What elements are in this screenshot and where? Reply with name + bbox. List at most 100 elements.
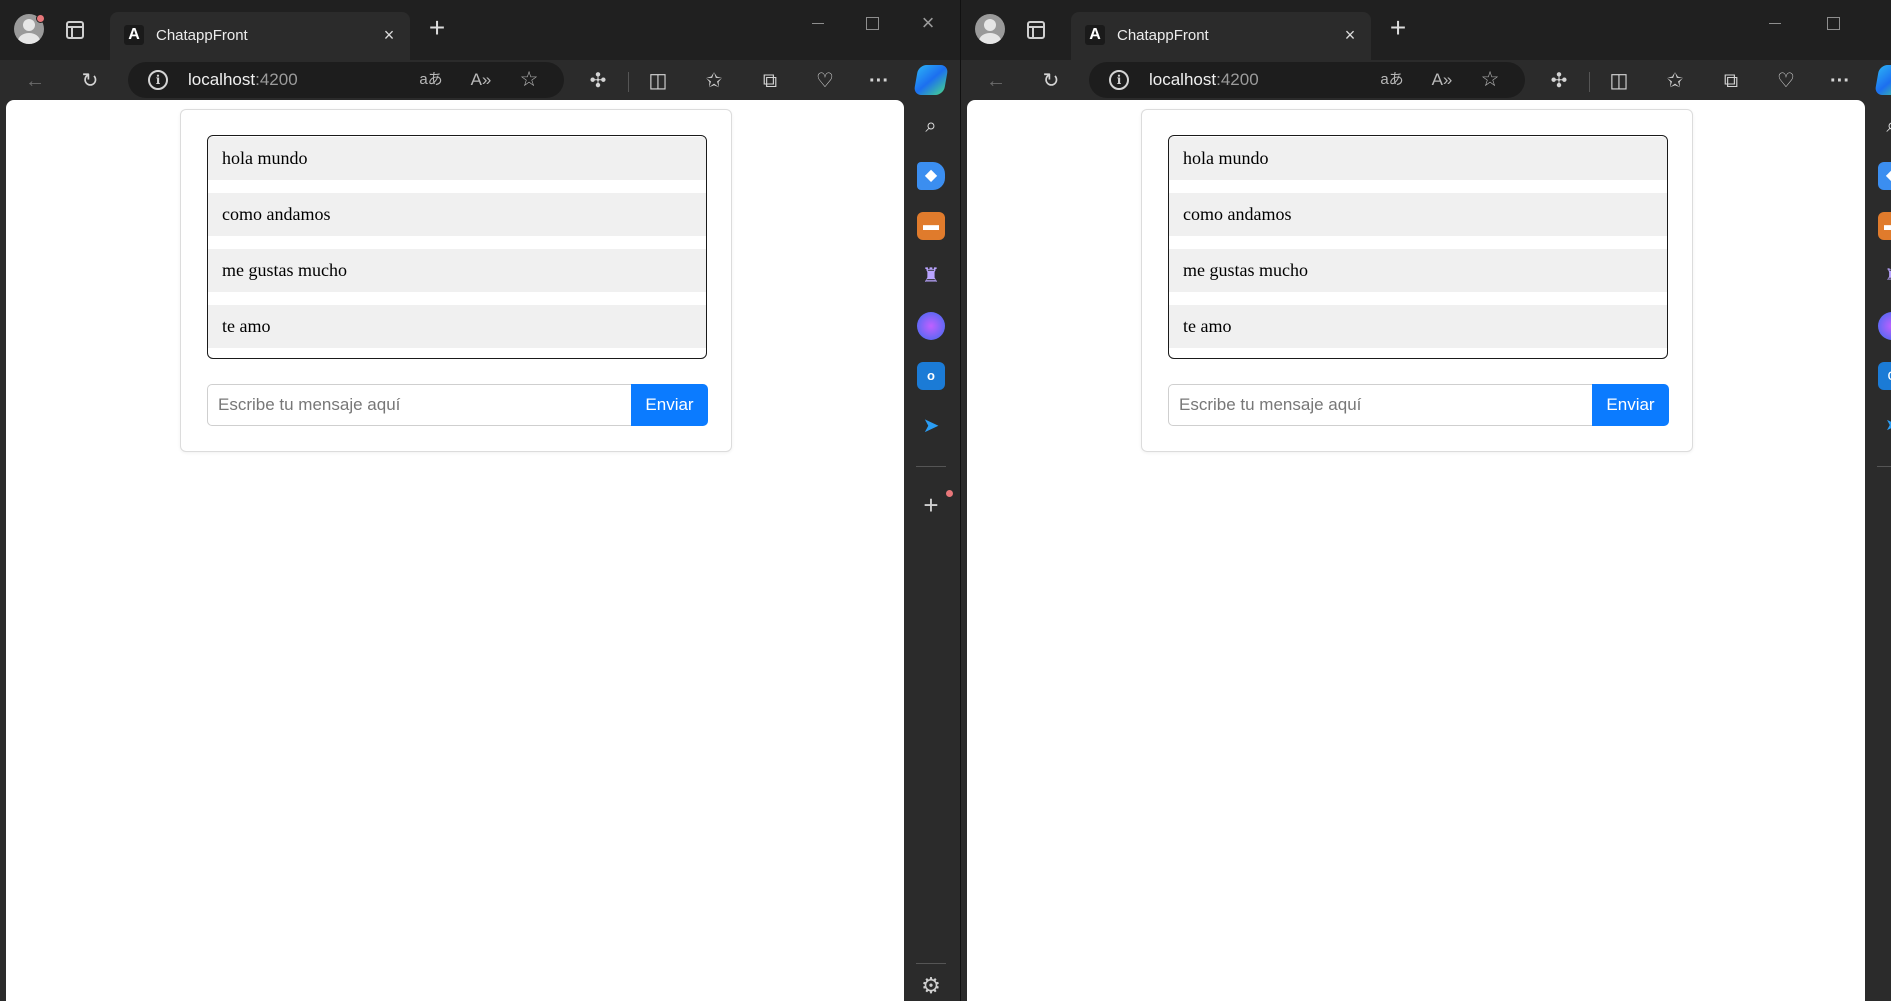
sidebar-separator bbox=[916, 963, 946, 964]
copilot-sidebar-icon[interactable] bbox=[1878, 312, 1891, 340]
copilot-icon[interactable] bbox=[913, 65, 949, 95]
message-item: como andamos bbox=[1169, 193, 1667, 236]
message-item: como andamos bbox=[208, 193, 706, 236]
games-icon[interactable]: ♜ bbox=[917, 262, 945, 290]
favorites-icon[interactable]: ✩ bbox=[701, 68, 727, 94]
more-menu-icon[interactable]: ··· bbox=[1827, 68, 1853, 94]
shopping-icon[interactable]: ◆ bbox=[917, 162, 945, 190]
tab-actions-icon[interactable] bbox=[66, 21, 84, 39]
toolbar-separator bbox=[1589, 72, 1590, 92]
games-icon[interactable]: ♜ bbox=[1878, 262, 1891, 290]
reload-icon[interactable]: ↻ bbox=[1038, 68, 1064, 94]
tab-title: ChatappFront bbox=[156, 27, 248, 44]
message-item: hola mundo bbox=[1169, 137, 1667, 180]
send-button[interactable]: Enviar bbox=[1592, 384, 1669, 426]
message-input[interactable] bbox=[207, 384, 631, 426]
favorite-star-icon[interactable]: ☆ bbox=[1477, 68, 1503, 92]
tools-icon[interactable]: ▬ bbox=[917, 212, 945, 240]
message-item: me gustas mucho bbox=[208, 249, 706, 292]
extensions-icon[interactable]: ✣ bbox=[585, 68, 611, 94]
url-host: localhost bbox=[188, 70, 256, 89]
split-screen-icon[interactable]: ◫ bbox=[645, 68, 671, 94]
tab-title: ChatappFront bbox=[1117, 27, 1209, 44]
new-tab-icon[interactable]: + bbox=[422, 14, 452, 44]
message-item: me gustas mucho bbox=[1169, 249, 1667, 292]
message-item: te amo bbox=[208, 305, 706, 348]
chat-card: hola mundo como andamos me gustas mucho … bbox=[1141, 109, 1693, 452]
message-input[interactable] bbox=[1168, 384, 1592, 426]
minimize-button[interactable] bbox=[804, 12, 832, 34]
edge-sidebar: ⌕ ◆ ▬ ♜ o ➤ bbox=[1865, 100, 1891, 1001]
sidebar-separator bbox=[916, 466, 946, 467]
reload-icon[interactable]: ↻ bbox=[77, 68, 103, 94]
message-list: hola mundo como andamos me gustas mucho … bbox=[1168, 135, 1668, 359]
split-screen-icon[interactable]: ◫ bbox=[1606, 68, 1632, 94]
address-bar[interactable]: i localhost:4200 aあ A» ☆ bbox=[1089, 62, 1525, 98]
tools-icon[interactable]: ▬ bbox=[1878, 212, 1891, 240]
url-port: :4200 bbox=[1216, 70, 1259, 89]
site-info-icon[interactable]: i bbox=[148, 70, 168, 90]
sidebar-separator bbox=[1877, 466, 1891, 467]
angular-favicon-icon: A bbox=[1085, 25, 1105, 45]
angular-favicon-icon: A bbox=[124, 25, 144, 45]
back-icon[interactable]: ← bbox=[22, 68, 48, 94]
browser-toolbar: ← ↻ i localhost:4200 aあ A» ☆ ✣ ◫ ✩ ⧉ ♡ ·… bbox=[961, 60, 1891, 100]
read-aloud-icon[interactable]: A» bbox=[468, 68, 494, 92]
search-icon[interactable]: ⌕ bbox=[917, 112, 945, 140]
url-host: localhost bbox=[1149, 70, 1217, 89]
read-aloud-icon[interactable]: A» bbox=[1429, 68, 1455, 92]
message-list: hola mundo como andamos me gustas mucho … bbox=[207, 135, 707, 359]
tab-actions-icon[interactable] bbox=[1027, 21, 1045, 39]
browser-essentials-icon[interactable]: ♡ bbox=[812, 68, 838, 94]
close-tab-icon[interactable]: × bbox=[1339, 24, 1361, 46]
url-port: :4200 bbox=[255, 70, 298, 89]
edge-sidebar: ⌕ ◆ ▬ ♜ o ➤ + ⚙ bbox=[904, 100, 958, 1001]
extensions-icon[interactable]: ✣ bbox=[1546, 68, 1572, 94]
minimize-button[interactable] bbox=[1761, 12, 1789, 34]
close-tab-icon[interactable]: × bbox=[378, 24, 400, 46]
site-info-icon[interactable]: i bbox=[1109, 70, 1129, 90]
collections-icon[interactable]: ⧉ bbox=[1718, 68, 1744, 94]
title-bar: A ChatappFront × + bbox=[961, 0, 1891, 60]
copilot-sidebar-icon[interactable] bbox=[917, 312, 945, 340]
send-icon[interactable]: ➤ bbox=[917, 412, 945, 440]
address-bar[interactable]: i localhost:4200 aあ A» ☆ bbox=[128, 62, 564, 98]
profile-avatar[interactable] bbox=[975, 14, 1005, 44]
toolbar-separator bbox=[628, 72, 629, 92]
chat-card: hola mundo como andamos me gustas mucho … bbox=[180, 109, 732, 452]
search-icon[interactable]: ⌕ bbox=[1878, 112, 1891, 140]
shopping-icon[interactable]: ◆ bbox=[1878, 162, 1891, 190]
browser-toolbar: ← ↻ i localhost:4200 aあ A» ☆ ✣ ◫ ✩ ⧉ ♡ ·… bbox=[0, 60, 960, 100]
send-button[interactable]: Enviar bbox=[631, 384, 708, 426]
outlook-icon[interactable]: o bbox=[1878, 362, 1891, 390]
address-url: localhost:4200 bbox=[1149, 70, 1259, 90]
screen: A ChatappFront × + × ← ↻ i localhost:420… bbox=[0, 0, 1891, 1001]
back-icon[interactable]: ← bbox=[983, 68, 1009, 94]
favorites-icon[interactable]: ✩ bbox=[1662, 68, 1688, 94]
notification-dot bbox=[36, 14, 45, 23]
translate-icon[interactable]: aあ bbox=[418, 68, 444, 92]
add-sidebar-icon[interactable]: + bbox=[917, 492, 945, 520]
browser-window-right: A ChatappFront × + ← ↻ i localhost:4200 … bbox=[961, 0, 1891, 1001]
maximize-button[interactable] bbox=[1819, 12, 1847, 34]
more-menu-icon[interactable]: ··· bbox=[866, 68, 892, 94]
browser-essentials-icon[interactable]: ♡ bbox=[1773, 68, 1799, 94]
settings-gear-icon[interactable]: ⚙ bbox=[917, 972, 945, 1000]
tab-chatappfront[interactable]: A ChatappFront × bbox=[110, 12, 410, 60]
copilot-icon[interactable] bbox=[1874, 65, 1891, 95]
collections-icon[interactable]: ⧉ bbox=[757, 68, 783, 94]
outlook-icon[interactable]: o bbox=[917, 362, 945, 390]
send-icon[interactable]: ➤ bbox=[1878, 412, 1891, 440]
tab-chatappfront[interactable]: A ChatappFront × bbox=[1071, 12, 1371, 60]
page-viewport: hola mundo como andamos me gustas mucho … bbox=[967, 100, 1865, 1001]
favorite-star-icon[interactable]: ☆ bbox=[516, 68, 542, 92]
close-window-button[interactable]: × bbox=[914, 12, 942, 34]
maximize-button[interactable] bbox=[858, 12, 886, 34]
page-viewport: hola mundo como andamos me gustas mucho … bbox=[6, 100, 904, 1001]
new-tab-icon[interactable]: + bbox=[1383, 14, 1413, 44]
message-item: hola mundo bbox=[208, 137, 706, 180]
title-bar: A ChatappFront × + × bbox=[0, 0, 960, 60]
sidebar-notification-dot bbox=[946, 490, 953, 497]
address-url: localhost:4200 bbox=[188, 70, 298, 90]
translate-icon[interactable]: aあ bbox=[1379, 68, 1405, 92]
